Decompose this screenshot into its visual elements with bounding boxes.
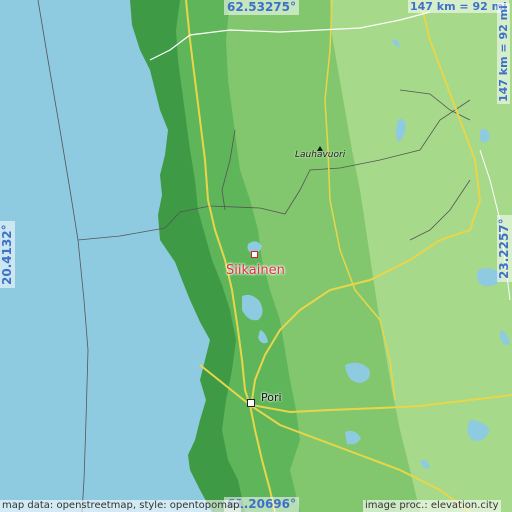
place-label-siikainen[interactable]: Siikainen [226, 263, 285, 278]
city-marker-icon[interactable] [247, 399, 255, 407]
longitude-left-label: 20.4132° [0, 221, 15, 288]
scale-top-label: 147 km = 92 mi [408, 0, 509, 13]
longitude-right-label: 23.2257° [497, 215, 512, 282]
place-label-pori[interactable]: Pori [261, 391, 282, 404]
scale-right-label: 147 km = 92 mi [497, 3, 510, 104]
location-marker-icon[interactable] [251, 251, 258, 258]
attribution-image-proc: image proc.: elevation.city [363, 500, 501, 512]
map[interactable]: 62.53275° 61.20696° 20.4132° 23.2257° 14… [0, 0, 512, 512]
attribution-map-data: map data: openstreetmap, style: opentopo… [0, 500, 242, 512]
latitude-top-label: 62.53275° [224, 0, 300, 15]
place-label-lauhavuori: Lauhavuori [295, 150, 346, 160]
